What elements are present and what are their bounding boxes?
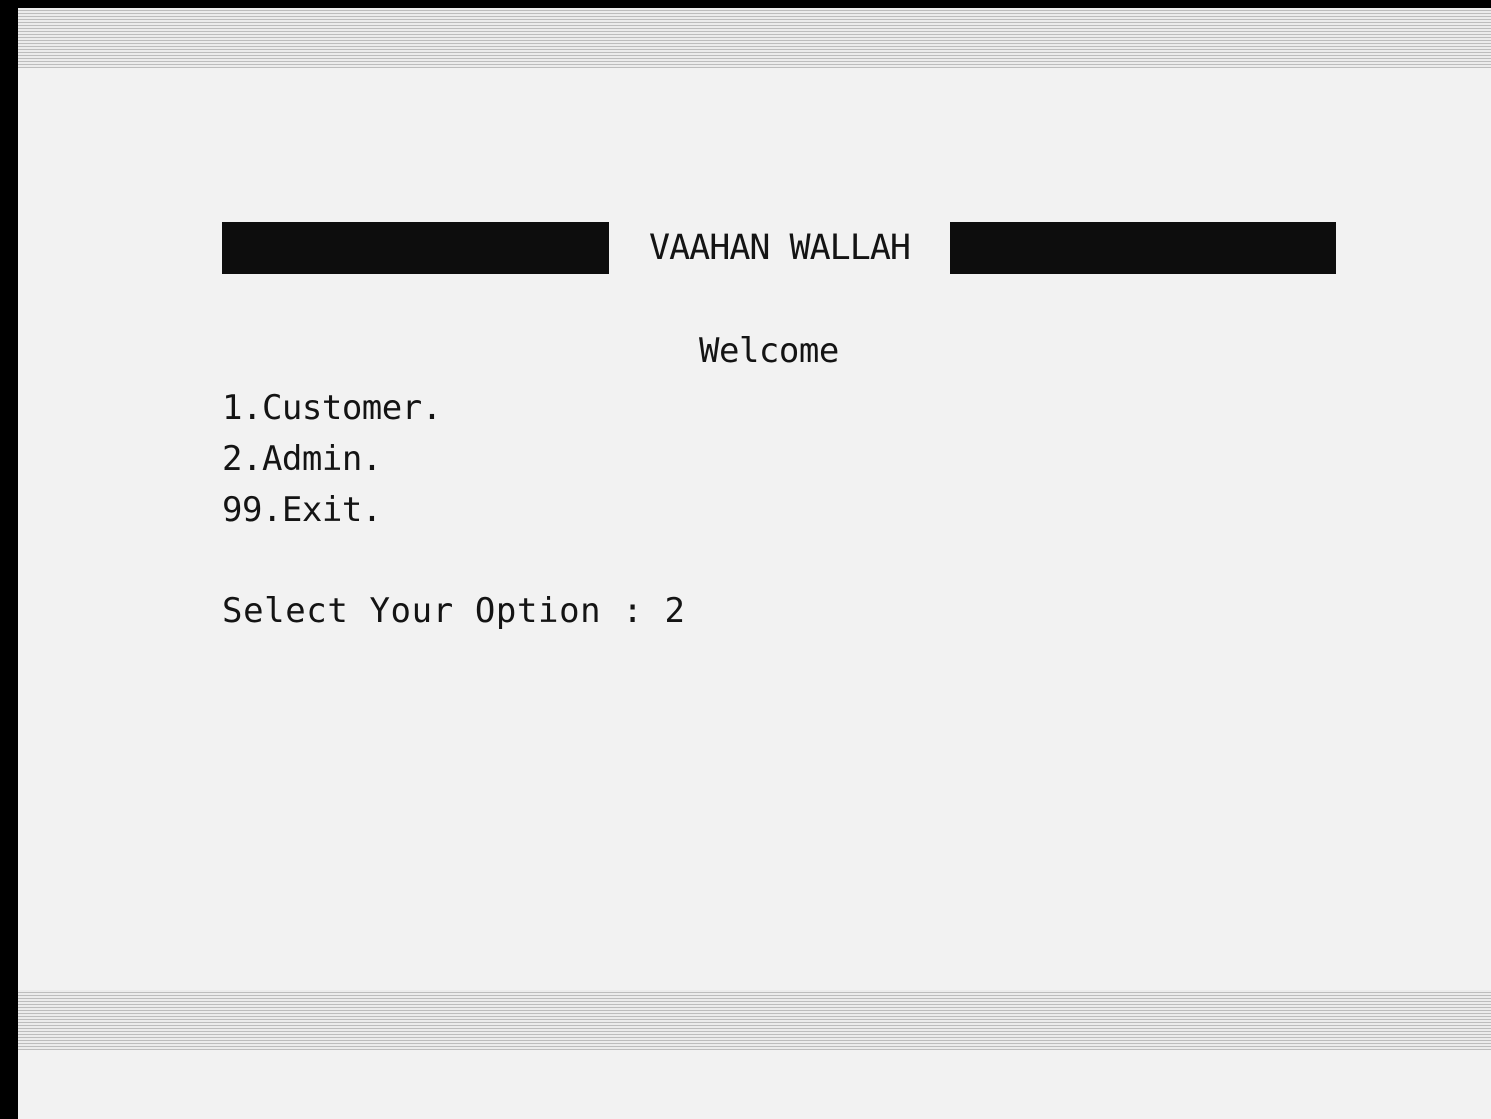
welcome-text: Welcome	[699, 331, 839, 371]
option-prompt[interactable]: Select Your Option : 2	[222, 586, 686, 637]
top-scanline-band	[18, 8, 1491, 68]
option-prompt-label: Select Your Option :	[222, 591, 665, 631]
title-bar-left	[222, 222, 609, 274]
menu-item-exit: 99.Exit.	[222, 490, 382, 530]
title-bar-right	[950, 222, 1336, 274]
option-input-value[interactable]: 2	[664, 591, 685, 631]
bottom-scanline-band	[18, 990, 1491, 1050]
menu-item-admin: 2.Admin.	[222, 439, 382, 479]
console-window: VAAHAN WALLAH Welcome 1.Customer. 2.Admi…	[18, 8, 1491, 1119]
menu-item-customer: 1.Customer.	[222, 388, 442, 428]
main-menu: 1.Customer. 2.Admin. 99.Exit.	[222, 383, 442, 536]
app-title: VAAHAN WALLAH	[649, 228, 911, 268]
